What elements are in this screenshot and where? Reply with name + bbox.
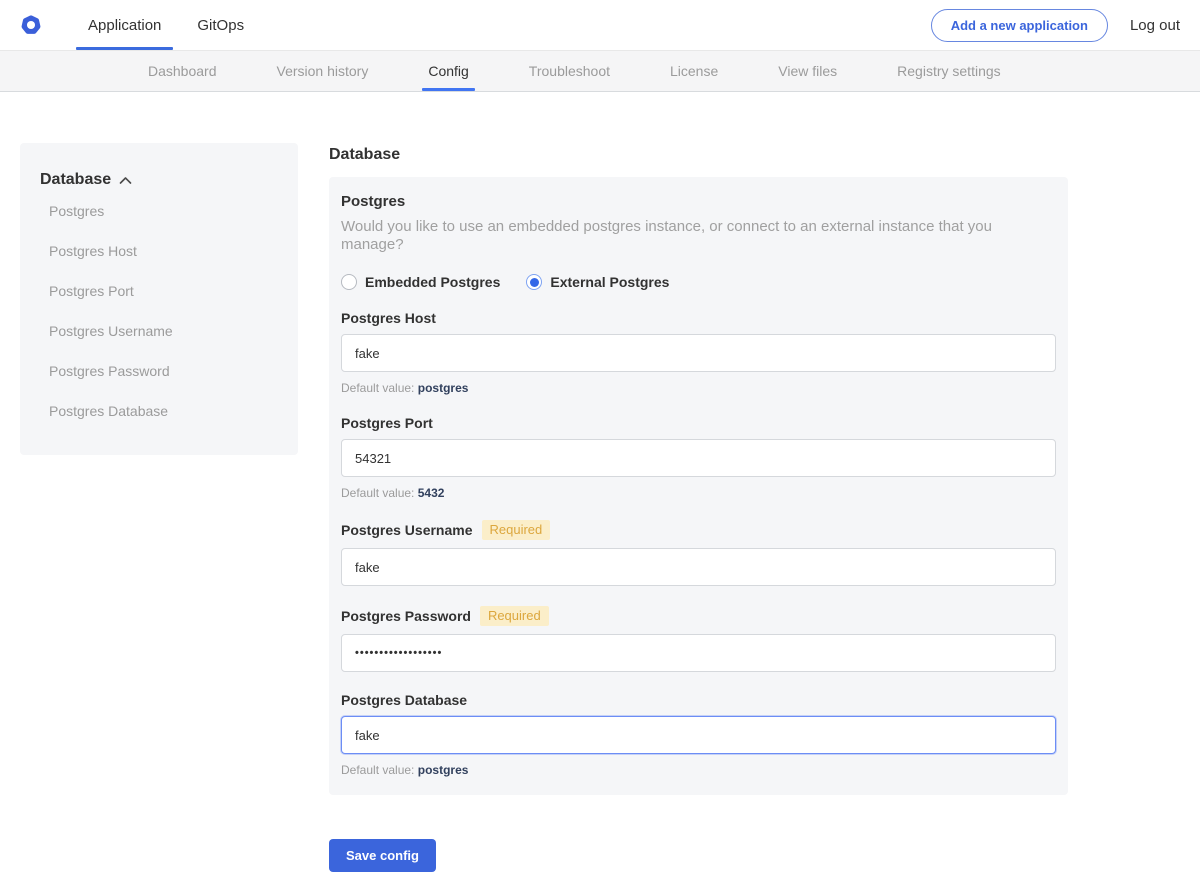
subnav-license[interactable]: License <box>660 51 728 91</box>
helper-default-value: 5432 <box>418 486 445 500</box>
input-postgres-host[interactable] <box>341 334 1056 372</box>
helper-prefix: Default value: <box>341 763 414 777</box>
brand-heptagon-icon <box>20 14 42 36</box>
helper-postgres-database: Default value: postgres <box>341 763 1056 777</box>
radio-embedded-postgres-circle[interactable] <box>341 274 357 290</box>
sidebar-group-database-label: Database <box>40 171 111 189</box>
input-postgres-database[interactable] <box>341 716 1056 754</box>
field-label-postgres-password: Postgres Password <box>341 608 471 624</box>
add-new-application-button[interactable]: Add a new application <box>931 9 1108 42</box>
required-badge-password: Required <box>480 606 549 626</box>
top-tabs: Application GitOps <box>70 0 262 50</box>
helper-prefix: Default value: <box>341 381 414 395</box>
sidebar-item-postgres-host[interactable]: Postgres Host <box>40 233 278 269</box>
tab-application[interactable]: Application <box>70 0 179 50</box>
database-config-panel: Postgres Would you like to use an embedd… <box>329 177 1068 795</box>
input-postgres-username[interactable] <box>341 548 1056 586</box>
radio-embedded-postgres-label: Embedded Postgres <box>365 274 500 290</box>
field-label-postgres-database: Postgres Database <box>341 692 467 708</box>
helper-default-value: postgres <box>418 763 469 777</box>
subnav-view-files-label: View files <box>778 63 837 79</box>
sidebar-item-postgres-port[interactable]: Postgres Port <box>40 273 278 309</box>
page-title: Database <box>329 146 1068 164</box>
subnav-license-label: License <box>670 63 718 79</box>
subnav-version-history[interactable]: Version history <box>267 51 379 91</box>
sidebar-item-postgres[interactable]: Postgres <box>40 193 278 229</box>
group-help-text: Would you like to use an embedded postgr… <box>341 218 1056 254</box>
input-postgres-password[interactable] <box>341 634 1056 672</box>
subnav-config[interactable]: Config <box>418 51 478 91</box>
subnav-troubleshoot-label: Troubleshoot <box>529 63 610 79</box>
save-config-button[interactable]: Save config <box>329 839 436 872</box>
input-postgres-port[interactable] <box>341 439 1056 477</box>
radio-embedded-postgres[interactable]: Embedded Postgres <box>341 274 500 290</box>
top-header: Application GitOps Add a new application… <box>0 0 1200 51</box>
tab-gitops-label: GitOps <box>197 17 244 34</box>
logout-link[interactable]: Log out <box>1130 17 1180 34</box>
postgres-mode-radio-group: Embedded Postgres External Postgres <box>341 274 1056 290</box>
subnav-troubleshoot[interactable]: Troubleshoot <box>519 51 620 91</box>
subnav-dashboard-label: Dashboard <box>148 63 217 79</box>
helper-postgres-port: Default value: 5432 <box>341 486 1056 500</box>
radio-external-postgres-label: External Postgres <box>550 274 669 290</box>
app-subnav: Dashboard Version history Config Trouble… <box>0 51 1200 92</box>
field-label-postgres-host: Postgres Host <box>341 310 436 326</box>
radio-external-postgres[interactable]: External Postgres <box>526 274 669 290</box>
config-sidebar: Database Postgres Postgres Host Postgres… <box>20 143 298 455</box>
subnav-dashboard[interactable]: Dashboard <box>138 51 227 91</box>
topbar-right: Add a new application Log out <box>931 0 1180 50</box>
required-badge-username: Required <box>482 520 551 540</box>
sidebar-item-postgres-username[interactable]: Postgres Username <box>40 313 278 349</box>
subnav-registry-settings[interactable]: Registry settings <box>887 51 1010 91</box>
subnav-view-files[interactable]: View files <box>768 51 847 91</box>
field-label-postgres-username: Postgres Username <box>341 522 473 538</box>
tab-gitops[interactable]: GitOps <box>179 0 262 50</box>
chevron-up-icon <box>119 176 132 185</box>
subnav-config-label: Config <box>428 63 468 79</box>
radio-external-postgres-circle[interactable] <box>526 274 542 290</box>
field-label-postgres-port: Postgres Port <box>341 415 433 431</box>
helper-postgres-host: Default value: postgres <box>341 381 1056 395</box>
sidebar-group-database[interactable]: Database <box>40 171 278 189</box>
app-logo[interactable] <box>20 0 42 50</box>
sidebar-item-postgres-database[interactable]: Postgres Database <box>40 393 278 429</box>
subnav-registry-settings-label: Registry settings <box>897 63 1000 79</box>
helper-default-value: postgres <box>418 381 469 395</box>
tab-application-label: Application <box>88 17 161 34</box>
helper-prefix: Default value: <box>341 486 414 500</box>
config-main: Database Postgres Would you like to use … <box>329 143 1068 872</box>
subnav-version-history-label: Version history <box>277 63 369 79</box>
config-content: Database Postgres Postgres Host Postgres… <box>0 143 1200 872</box>
sidebar-item-postgres-password[interactable]: Postgres Password <box>40 353 278 389</box>
group-title-postgres: Postgres <box>341 193 1056 210</box>
